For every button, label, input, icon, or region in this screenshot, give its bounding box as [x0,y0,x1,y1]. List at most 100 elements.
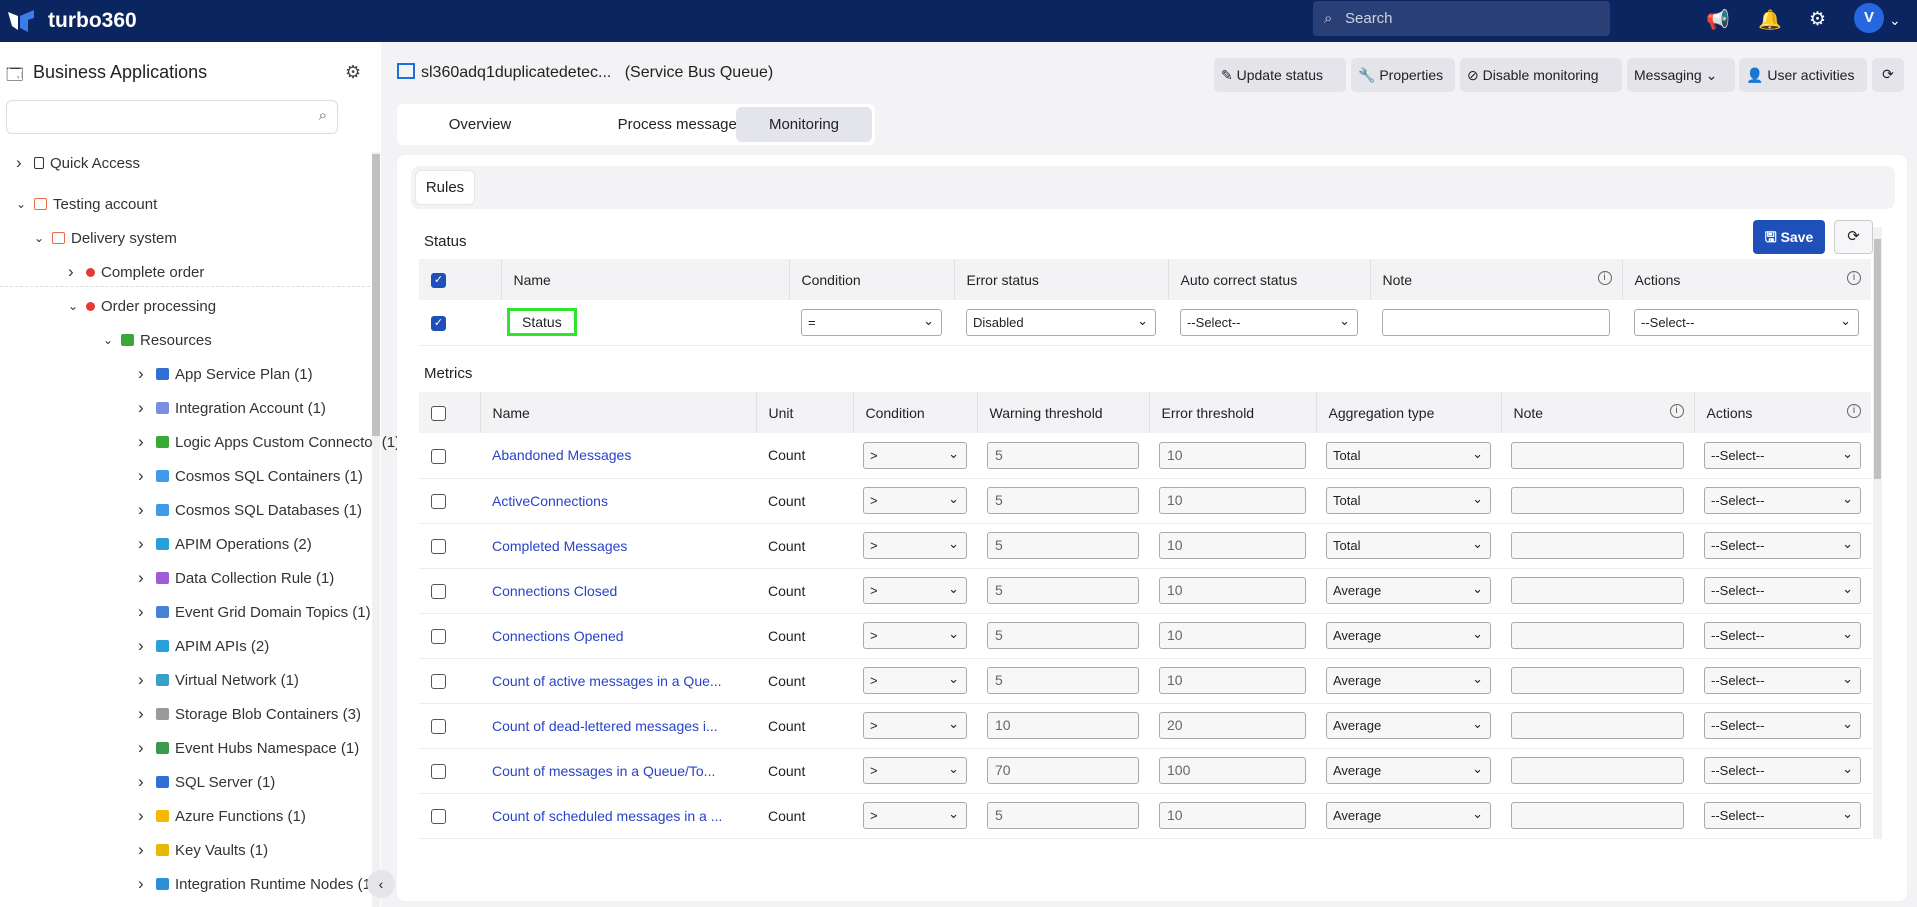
sidebar-item[interactable]: › Cosmos SQL Containers (1) [138,464,363,488]
condition-select[interactable]: > ⌄ [863,577,967,604]
row-checkbox[interactable]: ✓ [419,300,501,346]
error-status-select[interactable]: Disabled ⌄ [966,308,1156,336]
note-input[interactable] [1511,532,1684,559]
actions-select[interactable]: --Select-- ⌄ [1704,577,1861,604]
condition-select[interactable]: = ⌄ [801,308,942,336]
update-status-button[interactable]: ✎ Update status [1214,58,1346,92]
error-threshold-input[interactable]: 10 [1159,441,1306,469]
sidebar-item[interactable]: › Event Grid Domain Topics (1) [138,600,371,624]
sidebar-item[interactable]: ⌄ Order processing [68,294,216,318]
disable-monitoring-button[interactable]: ⊘ Disable monitoring [1460,58,1622,92]
aggregation-type-select[interactable]: Total ⌄ [1326,532,1491,559]
actions-select[interactable]: --Select-- ⌄ [1704,757,1861,784]
note-input[interactable] [1511,487,1684,514]
metric-name-link[interactable]: Count of dead-lettered messages i... [492,718,744,734]
sidebar-item[interactable]: ⌄ Testing account [16,192,157,216]
condition-select[interactable]: > ⌄ [863,622,967,649]
error-threshold-input[interactable]: 10 [1159,802,1306,829]
chevron-right-icon[interactable]: › [138,806,150,826]
aggregation-type-select[interactable]: Total ⌄ [1326,487,1491,514]
sidebar-item[interactable]: › Complete order [68,260,204,284]
chevron-right-icon[interactable]: › [16,153,28,173]
metric-name-link[interactable]: Count of messages in a Queue/To... [492,763,744,779]
error-threshold-input[interactable]: 10 [1159,667,1306,694]
chevron-down-icon[interactable]: ⌄ [34,231,46,245]
error-threshold-input[interactable]: 20 [1159,712,1306,739]
warning-threshold-input[interactable]: 10 [987,712,1139,739]
aggregation-type-select[interactable]: Average ⌄ [1326,712,1491,739]
chevron-right-icon[interactable]: › [138,636,150,656]
chevron-right-icon[interactable]: › [138,466,150,486]
aggregation-type-select[interactable]: Average ⌄ [1326,667,1491,694]
reload-rules-button[interactable]: ⟳ [1834,220,1873,254]
row-checkbox[interactable] [419,568,480,614]
warning-threshold-input[interactable]: 5 [987,802,1139,829]
note-input[interactable] [1511,712,1684,739]
info-icon[interactable]: i [1847,404,1861,418]
chevron-down-icon[interactable]: ⌄ [68,299,80,313]
condition-select[interactable]: > ⌄ [863,532,967,559]
info-icon[interactable]: i [1847,271,1861,285]
save-button[interactable]: 🖫 Save [1753,220,1825,254]
actions-select[interactable]: --Select-- ⌄ [1704,487,1861,514]
condition-select[interactable]: > ⌄ [863,802,967,829]
condition-select[interactable]: > ⌄ [863,487,967,514]
note-input[interactable] [1511,667,1684,694]
aggregation-type-select[interactable]: Average ⌄ [1326,757,1491,784]
aggregation-type-select[interactable]: Average ⌄ [1326,622,1491,649]
note-input[interactable] [1511,757,1684,784]
tab-rules[interactable]: Rules [415,170,475,205]
row-checkbox[interactable] [419,433,480,479]
chevron-right-icon[interactable]: › [138,432,150,452]
note-input[interactable] [1511,622,1684,649]
condition-select[interactable]: > ⌄ [863,757,967,784]
metric-name-link[interactable]: Abandoned Messages [492,447,744,463]
sidebar-item[interactable]: ⌄ Resources [103,328,212,352]
sidebar-item[interactable]: › Integration Account (1) [138,396,326,420]
collapse-sidebar-button[interactable]: ‹ [367,870,395,898]
user-activities-button[interactable]: 👤 User activities [1739,58,1867,92]
metric-name-link[interactable]: Connections Opened [492,628,744,644]
sidebar-settings-gear-icon[interactable]: ⚙ [345,62,361,83]
chevron-down-icon[interactable]: ⌄ [16,197,28,211]
actions-select[interactable]: --Select-- ⌄ [1634,308,1859,336]
refresh-button[interactable]: ⟳ [1872,58,1904,92]
announcement-icon[interactable]: 📢 [1706,8,1730,32]
aggregation-type-select[interactable]: Average ⌄ [1326,577,1491,604]
tab-overview[interactable]: Overview [401,107,559,142]
sidebar-item[interactable]: › Logic Apps Custom Connector (1) [138,430,400,454]
warning-threshold-input[interactable]: 5 [987,532,1139,559]
note-input[interactable] [1511,441,1684,469]
select-all-metrics-checkbox[interactable] [419,392,480,433]
warning-threshold-input[interactable]: 5 [987,487,1139,514]
chevron-right-icon[interactable]: › [138,398,150,418]
sidebar-item[interactable]: › Key Vaults (1) [138,838,268,862]
chevron-right-icon[interactable]: › [138,704,150,724]
chevron-right-icon[interactable]: › [138,874,150,894]
sidebar-item[interactable]: › Integration Runtime Nodes (1) [138,872,376,896]
global-search-input[interactable]: ⌕ Search [1313,1,1610,36]
condition-select[interactable]: > ⌄ [863,441,967,469]
chevron-right-icon[interactable]: › [138,568,150,588]
error-threshold-input[interactable]: 10 [1159,622,1306,649]
metric-name-link[interactable]: Connections Closed [492,583,744,599]
select-all-status-checkbox[interactable]: ✓ [419,259,501,300]
error-threshold-input[interactable]: 10 [1159,487,1306,514]
note-input[interactable] [1511,577,1684,604]
sidebar-search-input[interactable]: ⌕ [6,100,338,134]
sidebar-item[interactable]: › Virtual Network (1) [138,668,299,692]
sidebar-item[interactable]: › Event Hubs Namespace (1) [138,736,359,760]
user-avatar[interactable]: V [1854,3,1884,33]
sidebar-item[interactable]: ⌄ Delivery system [34,226,177,250]
tab-monitoring[interactable]: Monitoring [736,107,872,142]
metric-name-link[interactable]: Completed Messages [492,538,744,554]
row-checkbox[interactable] [419,523,480,569]
row-checkbox[interactable] [419,478,480,524]
metric-name-link[interactable]: ActiveConnections [492,493,744,509]
aggregation-type-select[interactable]: Total ⌄ [1326,441,1491,469]
properties-button[interactable]: 🔧 Properties [1351,58,1455,92]
settings-gear-icon[interactable]: ⚙ [1809,8,1826,31]
warning-threshold-input[interactable]: 70 [987,757,1139,784]
warning-threshold-input[interactable]: 5 [987,577,1139,604]
sidebar-item[interactable]: › APIM Operations (2) [138,532,312,556]
